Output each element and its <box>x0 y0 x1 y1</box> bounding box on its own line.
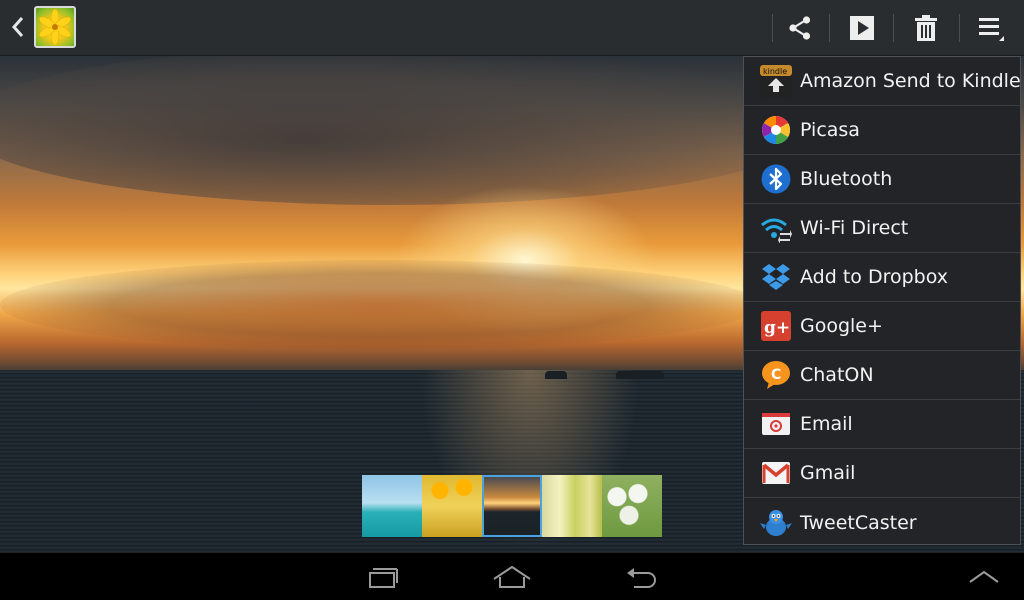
action-separator <box>829 14 830 42</box>
share-button[interactable] <box>780 8 820 48</box>
back-icon <box>627 568 656 588</box>
svg-text:g+: g+ <box>764 318 790 338</box>
chevron-left-icon <box>11 17 24 37</box>
share-item-bluetooth[interactable]: Bluetooth <box>744 155 1020 204</box>
share-item-label: Amazon Send to Kindle <box>800 70 1021 92</box>
share-item-email[interactable]: Email <box>744 400 1020 449</box>
home-icon <box>493 565 531 588</box>
action-separator <box>893 14 894 42</box>
email-icon <box>760 408 792 440</box>
tweetcaster-icon <box>760 507 792 539</box>
filmstrip-thumb-yellow-flowers[interactable] <box>422 475 482 537</box>
kindle-icon: kindle <box>760 65 792 97</box>
share-item-label: Gmail <box>800 462 856 484</box>
back-button[interactable] <box>620 561 664 593</box>
filmstrip-thumb-green-vases[interactable] <box>542 475 602 537</box>
share-item-google-plus[interactable]: g+ Google+ <box>744 302 1020 351</box>
dropbox-icon <box>760 261 792 293</box>
up-navigation-button[interactable] <box>6 10 30 44</box>
svg-text:C: C <box>771 367 781 383</box>
share-item-picasa[interactable]: Picasa <box>744 106 1020 155</box>
chaton-icon: C <box>760 359 792 391</box>
filmstrip <box>362 475 662 537</box>
google-plus-icon: g+ <box>760 310 792 342</box>
svg-text:kindle: kindle <box>763 67 787 76</box>
home-button[interactable] <box>490 561 534 593</box>
action-separator <box>772 14 773 42</box>
flower-icon <box>38 8 72 46</box>
action-separator <box>959 14 960 42</box>
system-navigation-bar <box>0 552 1024 600</box>
photo-cloud <box>0 55 820 205</box>
share-item-gmail[interactable]: Gmail <box>744 449 1020 498</box>
share-item-label: Email <box>800 413 853 435</box>
share-item-wifi-direct[interactable]: Wi-Fi Direct <box>744 204 1020 253</box>
filmstrip-thumb-sunset[interactable] <box>482 475 542 537</box>
gallery-app-icon[interactable] <box>34 6 76 48</box>
share-item-label: Wi-Fi Direct <box>800 217 909 239</box>
share-item-label: ChatON <box>800 364 874 386</box>
bluetooth-icon <box>760 163 792 195</box>
share-item-label: TweetCaster <box>800 511 917 534</box>
action-bar <box>0 0 1024 56</box>
recent-apps-icon <box>369 568 398 588</box>
slideshow-icon <box>850 16 874 40</box>
share-item-chaton[interactable]: C ChatON <box>744 351 1020 400</box>
share-item-dropbox[interactable]: Add to Dropbox <box>744 253 1020 302</box>
share-item-tweetcaster[interactable]: TweetCaster <box>744 498 1020 547</box>
overflow-menu-button[interactable] <box>971 8 1011 48</box>
share-item-label: Picasa <box>800 119 860 141</box>
picasa-icon <box>760 114 792 146</box>
recent-apps-button[interactable] <box>360 561 404 593</box>
filmstrip-thumb-white-tulips[interactable] <box>602 475 662 537</box>
overflow-menu-icon <box>979 18 1004 41</box>
share-item-label: Google+ <box>800 315 883 337</box>
up-arrow-icon <box>969 570 999 583</box>
gallery-screen: kindle Amazon Send to Kindle Picasa Blue… <box>0 0 1024 600</box>
gmail-icon <box>760 457 792 489</box>
photo-cloud-band <box>0 260 760 350</box>
quick-panel-button[interactable] <box>962 561 1006 593</box>
filmstrip-thumb-beach[interactable] <box>362 475 422 537</box>
photo-island <box>616 371 664 379</box>
share-menu: kindle Amazon Send to Kindle Picasa Blue… <box>743 56 1021 545</box>
slideshow-button[interactable] <box>842 8 882 48</box>
wifi-direct-icon <box>760 212 792 244</box>
share-icon <box>789 16 811 40</box>
share-item-kindle[interactable]: kindle Amazon Send to Kindle <box>744 57 1021 106</box>
delete-button[interactable] <box>906 8 946 48</box>
share-item-label: Add to Dropbox <box>800 266 948 288</box>
delete-icon <box>915 15 937 41</box>
share-item-label: Bluetooth <box>800 168 893 190</box>
photo-boat <box>545 371 567 379</box>
